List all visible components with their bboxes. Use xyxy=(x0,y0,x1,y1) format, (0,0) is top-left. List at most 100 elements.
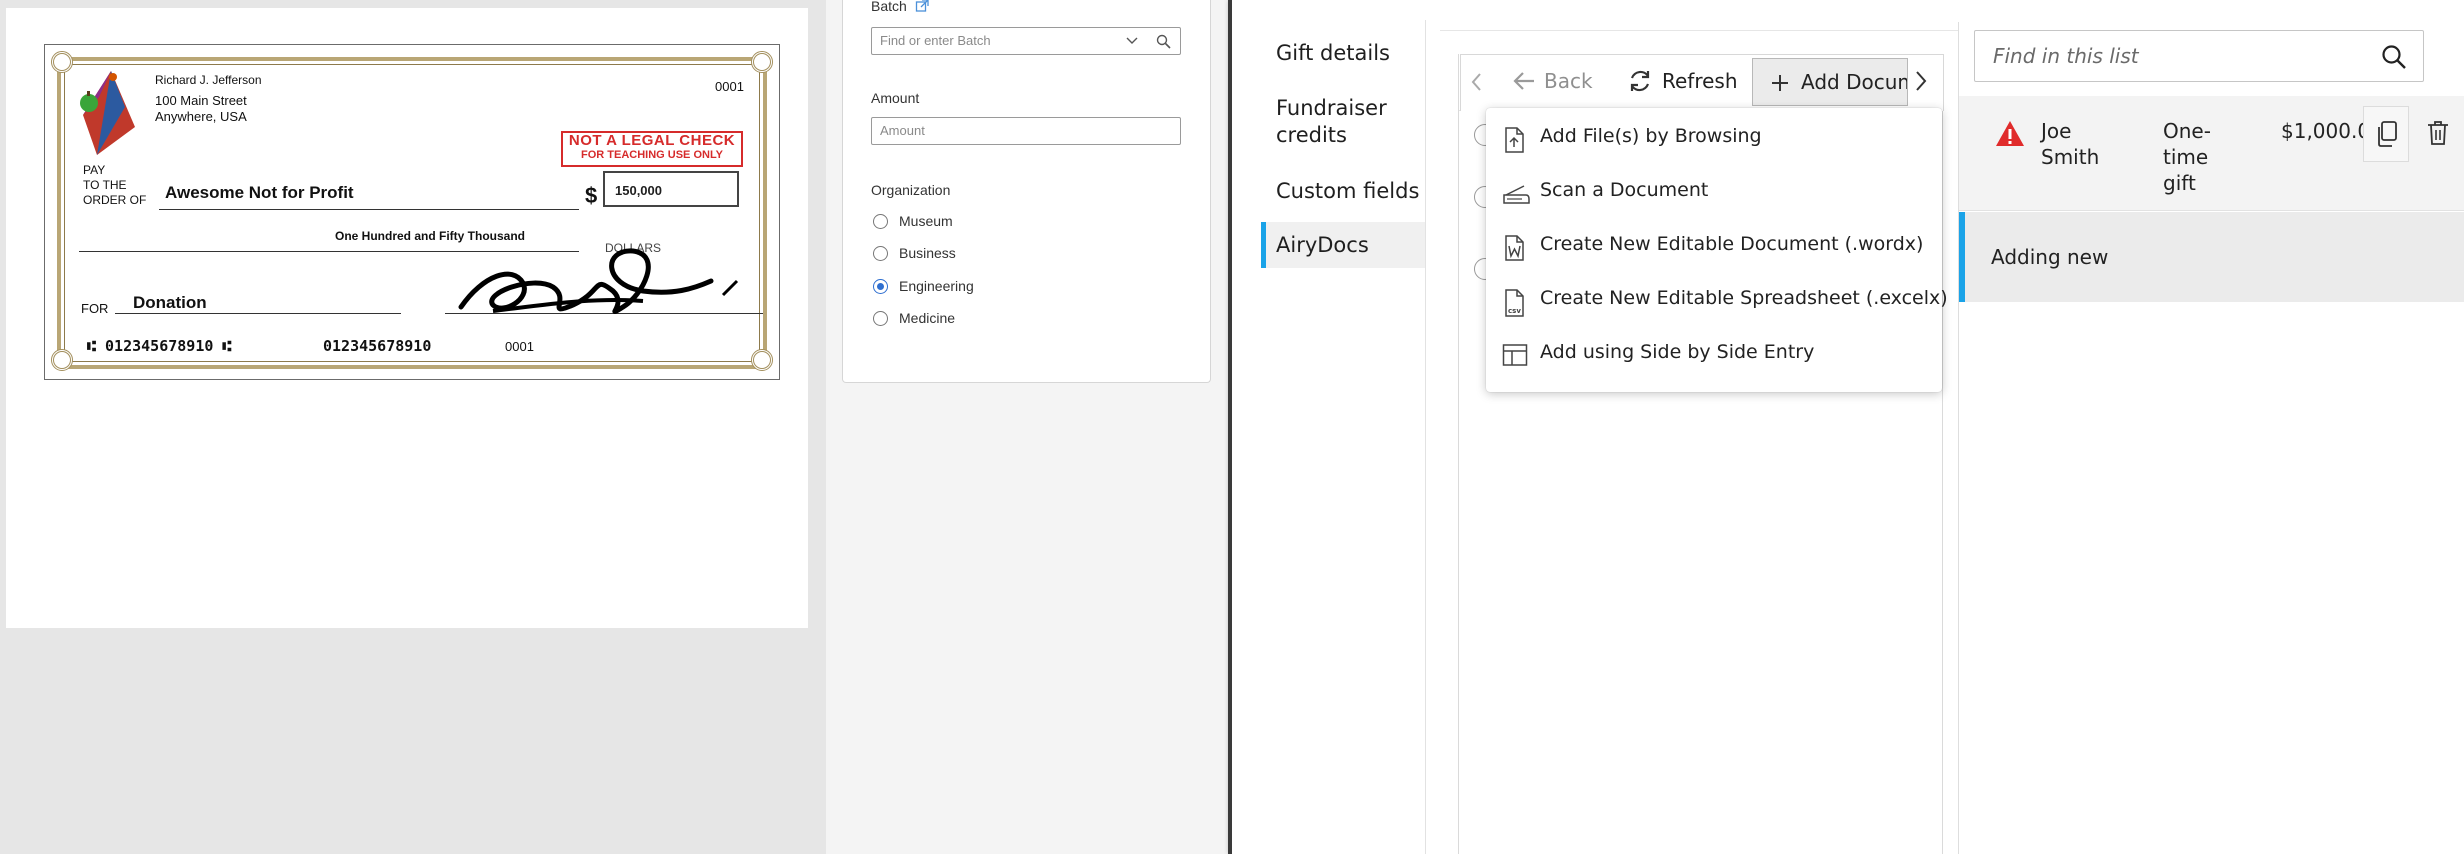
payee-name: Awesome Not for Profit xyxy=(165,183,354,202)
payer-address-line2: Anywhere, USA xyxy=(155,109,247,124)
micr-symbol-icon: ⑆ xyxy=(87,337,106,355)
order-of-label: ORDER OF xyxy=(83,193,147,207)
radio-button[interactable] xyxy=(873,246,888,261)
list-search-input[interactable]: Find in this list xyxy=(1974,30,2424,82)
menu-item-scan-document[interactable]: Scan a Document xyxy=(1486,165,1942,219)
check-corner-ornament xyxy=(751,51,773,73)
svg-text:csv: csv xyxy=(1508,307,1521,315)
memo-line xyxy=(115,313,401,314)
menu-item-side-by-side[interactable]: Add using Side by Side Entry xyxy=(1486,327,1942,381)
check-amount-box: 150,000 xyxy=(603,171,739,207)
radio-label: Medicine xyxy=(899,310,956,326)
memo-label: FOR xyxy=(81,301,109,316)
row-actions xyxy=(2363,106,2464,162)
adding-new-row[interactable]: Adding new xyxy=(1959,212,2464,302)
batch-input[interactable]: Find or enter Batch xyxy=(871,27,1181,55)
radio-button[interactable] xyxy=(873,311,888,326)
gift-type-line: One- xyxy=(2163,119,2211,143)
chevron-down-icon[interactable] xyxy=(1126,36,1138,46)
donor-first-name: Joe xyxy=(2041,119,2072,143)
gift-type-line: time xyxy=(2163,145,2209,169)
arrow-left-icon xyxy=(1513,72,1534,90)
csv-file-icon: csv xyxy=(1505,289,1524,317)
dollar-sign: $ xyxy=(585,183,598,208)
micr-routing: ⑆ 012345678910 ⑆ xyxy=(87,337,231,355)
check-corner-ornament xyxy=(51,349,73,371)
check-corner-ornament xyxy=(751,349,773,371)
search-placeholder: Find in this list xyxy=(1993,44,2139,68)
amount-label: Amount xyxy=(871,90,920,106)
not-legal-check-stamp: NOT A LEGAL CHECK FOR TEACHING USE ONLY xyxy=(561,131,743,167)
batch-label: Batch xyxy=(871,0,929,14)
nav-item-airydocs[interactable]: AiryDocs xyxy=(1276,232,1369,259)
doc-list-left-border xyxy=(1458,54,1459,854)
legal-notice-line2: FOR TEACHING USE ONLY xyxy=(581,149,723,161)
scroll-left-icon[interactable] xyxy=(1470,72,1484,92)
copy-icon xyxy=(2378,121,2397,147)
payer-address-line1: 100 Main Street xyxy=(155,93,247,108)
payee-line xyxy=(159,209,579,210)
menu-item-label: Scan a Document xyxy=(1540,179,1709,201)
add-document-label: Add Document xyxy=(1801,70,1907,94)
word-doc-icon xyxy=(1505,235,1524,261)
scanner-icon xyxy=(1503,185,1530,204)
nav-item-label: credits xyxy=(1276,123,1347,147)
upload-file-icon xyxy=(1505,127,1524,153)
donor-last-name: Smith xyxy=(2041,145,2100,169)
pay-label: PAY xyxy=(83,163,106,177)
nav-item-fundraiser-credits[interactable]: Fundraiser credits xyxy=(1276,95,1387,149)
nav-item-gift-details[interactable]: Gift details xyxy=(1276,40,1390,67)
warning-icon xyxy=(1996,121,2024,146)
micr-check-number: 0001 xyxy=(505,339,534,354)
amount-placeholder: Amount xyxy=(880,123,925,138)
add-document-button[interactable]: Add Document xyxy=(1752,58,1908,106)
legal-notice-line1: NOT A LEGAL CHECK xyxy=(568,132,736,149)
menu-item-label: Create New Editable Document (.wordx) xyxy=(1540,233,1924,255)
gift-amount: $1,000.0 xyxy=(2281,119,2371,143)
menu-item-label: Add File(s) by Browsing xyxy=(1540,125,1762,147)
check-image-panel: Richard J. Jefferson 100 Main Street Any… xyxy=(6,8,808,628)
donor-name: Joe Smith xyxy=(2041,118,2099,170)
micr-account-number: 012345678910 xyxy=(323,337,432,355)
gift-type-line: gift xyxy=(2163,171,2196,195)
amount-input[interactable]: Amount xyxy=(871,117,1181,145)
gift-form-card: Batch Find or enter Batch Amount Amount … xyxy=(842,0,1211,383)
search-icon[interactable] xyxy=(2381,44,2407,70)
menu-item-add-files[interactable]: Add File(s) by Browsing xyxy=(1486,111,1942,165)
routing-number: 012345678910 xyxy=(105,337,214,355)
radio-button[interactable] xyxy=(873,214,888,229)
nav-item-custom-fields[interactable]: Custom fields xyxy=(1276,178,1419,205)
organization-label: Organization xyxy=(871,182,951,198)
list-item[interactable]: Joe Smith One- time gift $1,000.0 xyxy=(1959,96,2464,211)
external-link-icon[interactable] xyxy=(915,0,929,13)
pay-to-label: PAY TO THE ORDER OF xyxy=(83,163,146,208)
batch-placeholder: Find or enter Batch xyxy=(880,33,991,48)
to-the-label: TO THE xyxy=(83,178,127,192)
search-icon[interactable] xyxy=(1156,34,1171,49)
back-label: Back xyxy=(1544,69,1593,93)
refresh-icon xyxy=(1630,70,1650,92)
batch-label-text: Batch xyxy=(871,0,907,14)
refresh-label: Refresh xyxy=(1662,69,1738,93)
menu-item-create-document[interactable]: Create New Editable Document (.wordx) xyxy=(1486,219,1942,273)
check-image: Richard J. Jefferson 100 Main Street Any… xyxy=(44,44,780,380)
payer-name: Richard J. Jefferson xyxy=(155,73,262,87)
trash-icon xyxy=(2428,121,2448,145)
menu-item-label: Add using Side by Side Entry xyxy=(1540,341,1815,363)
check-corner-ornament xyxy=(51,51,73,73)
check-number: 0001 xyxy=(715,79,744,94)
copy-button[interactable] xyxy=(2363,106,2409,162)
doc-list-right-border xyxy=(1942,54,1943,854)
adding-new-label: Adding new xyxy=(1991,245,2109,269)
radio-label: Museum xyxy=(899,213,953,229)
scroll-right-icon[interactable] xyxy=(1914,70,1928,92)
menu-item-label: Create New Editable Spreadsheet (.excelx… xyxy=(1540,287,1948,309)
radio-button-selected[interactable] xyxy=(873,279,888,294)
nav-divider xyxy=(1425,20,1426,854)
micr-symbol-icon: ⑆ xyxy=(213,337,232,355)
signature-icon xyxy=(458,248,739,314)
radio-label: Engineering xyxy=(899,278,974,294)
delete-button[interactable] xyxy=(2413,106,2464,162)
side-by-side-icon xyxy=(1502,344,1528,366)
menu-item-create-spreadsheet[interactable]: csv Create New Editable Spreadsheet (.ex… xyxy=(1486,273,1948,327)
